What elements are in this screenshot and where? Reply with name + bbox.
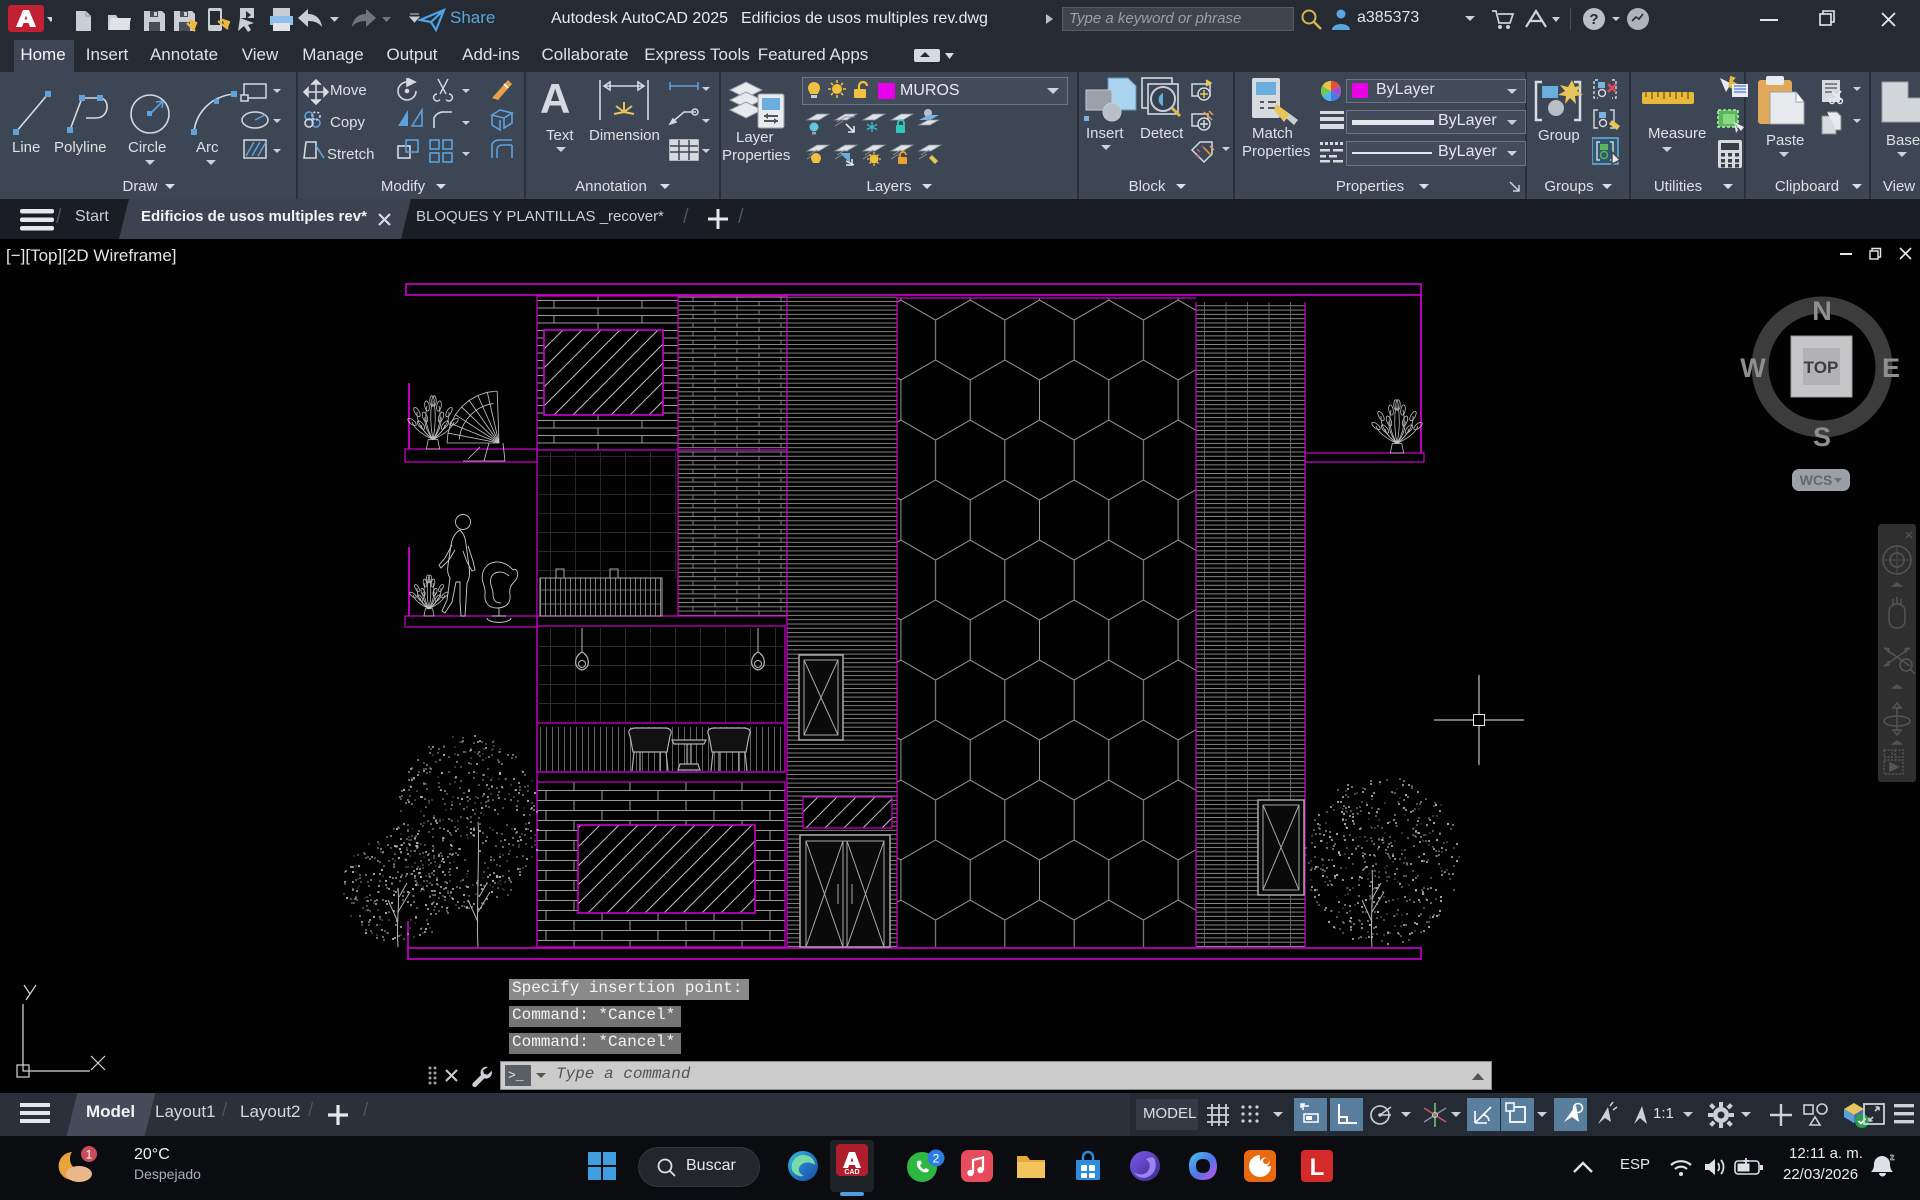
svg-text:CAD: CAD (844, 1169, 859, 1176)
svg-text:1: 1 (86, 1148, 93, 1162)
svg-text:2: 2 (933, 1152, 940, 1166)
svg-text:W: W (1740, 353, 1766, 383)
svg-text:z: z (1890, 1152, 1895, 1162)
svg-text:N: N (1812, 296, 1832, 326)
svg-text:TOP: TOP (1804, 358, 1839, 377)
svg-text:E: E (1882, 353, 1900, 383)
svg-text:WCS: WCS (1800, 472, 1833, 488)
svg-text:L: L (1310, 1154, 1325, 1181)
svg-text:S: S (1813, 422, 1831, 452)
